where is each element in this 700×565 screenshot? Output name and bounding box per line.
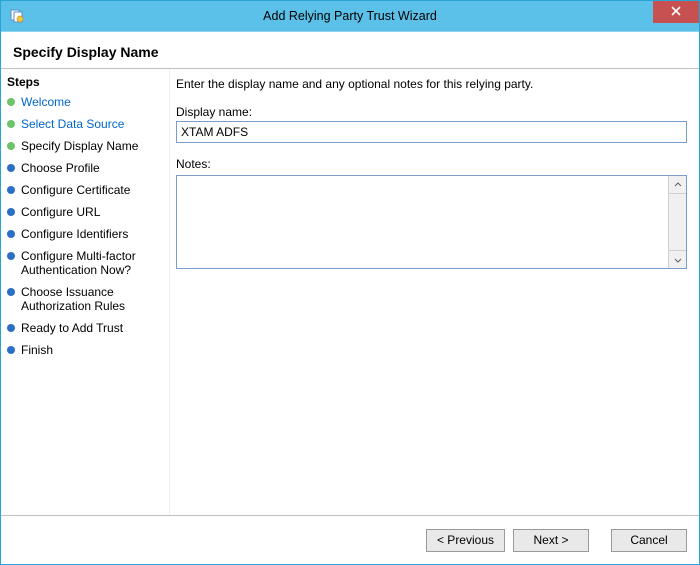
step-label: Configure URL (21, 205, 100, 219)
page-title: Specify Display Name (13, 44, 159, 60)
step-item[interactable]: Welcome (7, 95, 165, 109)
display-name-input[interactable] (176, 121, 687, 143)
step-bullet-icon (7, 98, 15, 106)
step-item: Configure Multi-factor Authentication No… (7, 249, 165, 277)
step-bullet-icon (7, 288, 15, 296)
scroll-down-icon[interactable] (669, 250, 686, 268)
step-label: Configure Identifiers (21, 227, 128, 241)
instruction-text: Enter the display name and any optional … (176, 77, 687, 91)
notes-scrollbar[interactable] (668, 176, 686, 268)
step-label: Specify Display Name (21, 139, 138, 153)
step-bullet-icon (7, 142, 15, 150)
step-label: Ready to Add Trust (21, 321, 123, 335)
wizard-body: Steps Welcome Select Data Source Specify D… (1, 69, 699, 515)
app-icon (9, 8, 25, 24)
step-bullet-icon (7, 346, 15, 354)
main-panel: Enter the display name and any optional … (169, 69, 699, 515)
step-bullet-icon (7, 186, 15, 194)
close-button[interactable] (653, 1, 699, 23)
notes-label: Notes: (176, 157, 687, 171)
window-title: Add Relying Party Trust Wizard (1, 9, 699, 23)
scroll-up-icon[interactable] (669, 176, 686, 194)
step-item: Configure Identifiers (7, 227, 165, 241)
button-bar: < Previous Next > Cancel (1, 515, 699, 564)
step-item: Ready to Add Trust (7, 321, 165, 335)
step-bullet-icon (7, 120, 15, 128)
close-icon (671, 5, 681, 19)
step-label: Finish (21, 343, 53, 357)
step-item: Choose Issuance Authorization Rules (7, 285, 165, 313)
step-item: Finish (7, 343, 165, 357)
next-button[interactable]: Next > (513, 529, 589, 552)
cancel-button[interactable]: Cancel (611, 529, 687, 552)
step-bullet-icon (7, 252, 15, 260)
step-label: Choose Issuance Authorization Rules (21, 285, 165, 313)
step-item: Specify Display Name (7, 139, 165, 153)
step-label[interactable]: Welcome (21, 95, 71, 109)
step-item: Configure URL (7, 205, 165, 219)
step-item: Choose Profile (7, 161, 165, 175)
step-label: Choose Profile (21, 161, 100, 175)
step-label: Configure Certificate (21, 183, 130, 197)
previous-button[interactable]: < Previous (426, 529, 505, 552)
step-item: Configure Certificate (7, 183, 165, 197)
step-item[interactable]: Select Data Source (7, 117, 165, 131)
notes-field-wrap (176, 175, 687, 269)
notes-input[interactable] (177, 176, 668, 268)
step-bullet-icon (7, 164, 15, 172)
step-label: Configure Multi-factor Authentication No… (21, 249, 165, 277)
step-bullet-icon (7, 208, 15, 216)
wizard-window: Add Relying Party Trust Wizard Specify D… (0, 0, 700, 565)
steps-sidebar: Steps Welcome Select Data Source Specify D… (1, 69, 169, 515)
title-bar: Add Relying Party Trust Wizard (1, 1, 699, 32)
step-bullet-icon (7, 324, 15, 332)
step-label[interactable]: Select Data Source (21, 117, 124, 131)
page-header: Specify Display Name (1, 32, 699, 64)
step-bullet-icon (7, 230, 15, 238)
steps-heading: Steps (7, 75, 165, 89)
display-name-label: Display name: (176, 105, 687, 119)
